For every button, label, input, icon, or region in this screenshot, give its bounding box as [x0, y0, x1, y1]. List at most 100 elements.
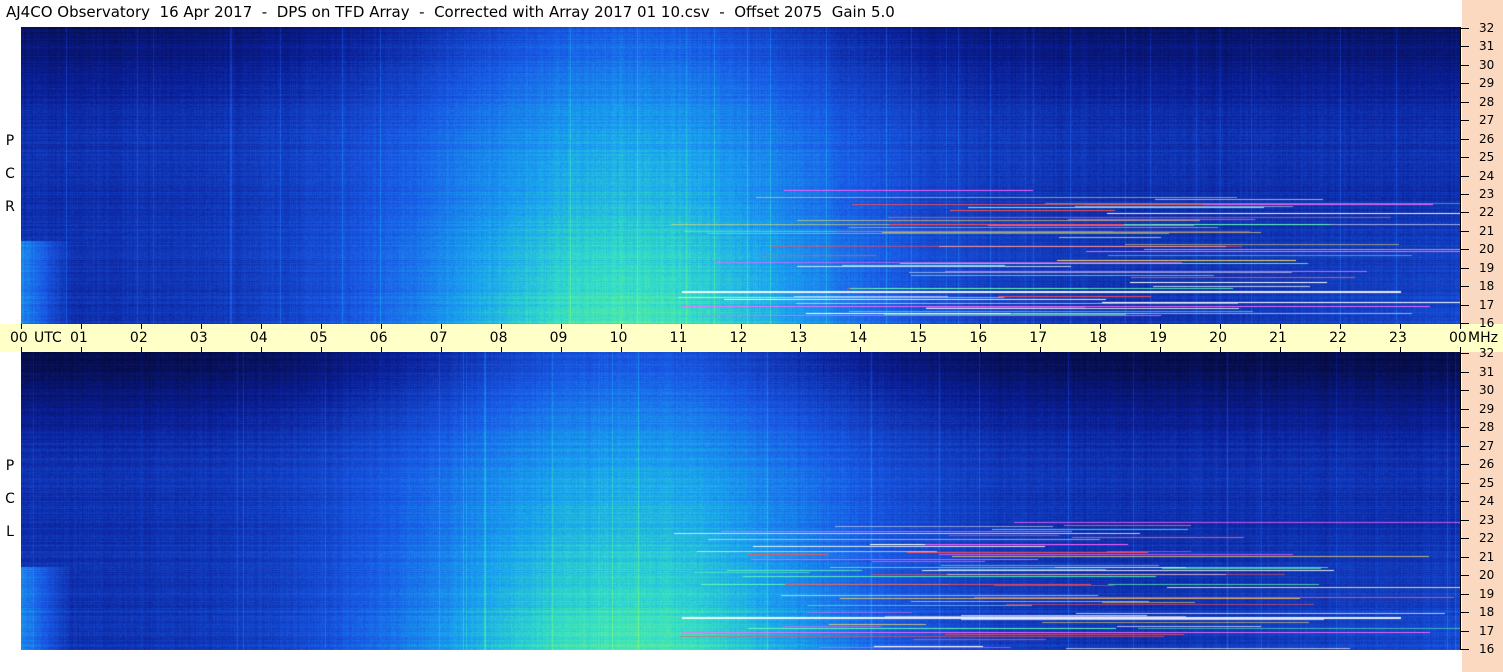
frequency-tick-mark: [1461, 286, 1469, 287]
frequency-tick-label: 23: [1479, 513, 1495, 527]
frequency-tick-label: 29: [1479, 76, 1495, 90]
frequency-tick-label: 26: [1479, 132, 1495, 146]
lcp-label-letter: P: [5, 458, 15, 474]
rcp-label-letter: P: [5, 133, 15, 149]
rcp-spectrogram-canvas: [21, 27, 1460, 324]
frequency-tick-label: 24: [1479, 169, 1495, 183]
time-tick-mark: [1460, 324, 1461, 329]
frequency-tick-label: 18: [1479, 279, 1495, 293]
frequency-tick-mark: [1461, 631, 1469, 632]
time-tick-mark: [140, 324, 142, 329]
time-axis: 00 01 02 03 04 05 06 07 08 09 10 11 12 13 14 15 16 17 18 19…: [0, 324, 1503, 352]
time-tick-label: 20: [1209, 330, 1227, 346]
time-tick-label: 09: [549, 330, 568, 346]
time-tick-label: 00: [10, 330, 28, 346]
rcp-label: P C R: [3, 125, 17, 224]
frequency-tick-label: 31: [1479, 365, 1495, 379]
lcp-label-letter: L: [6, 524, 14, 540]
time-tick-label: 16: [969, 330, 988, 346]
frequency-tick-mark: [1461, 520, 1469, 521]
time-tick-mark: [80, 324, 82, 329]
time-tick-mark: [200, 324, 202, 329]
rcp-frequency-axis: 32 31 30 29 28 27 26 25 24 23 22 21 20 19 18 17 16: [1460, 21, 1503, 330]
time-tick-label: 12: [729, 330, 748, 346]
frequency-tick-mark: [1461, 612, 1469, 613]
rcp-label-letter: C: [5, 166, 15, 182]
frequency-tick-label: 16: [1479, 316, 1495, 330]
time-tick-label: 21: [1269, 330, 1287, 346]
frequency-tick-mark: [1461, 120, 1469, 121]
time-tick-mark: [740, 324, 742, 329]
lcp-label: P C L: [3, 450, 17, 549]
time-tick-label: 02: [129, 330, 148, 346]
time-tick-label: 14: [849, 330, 868, 346]
time-tick-mark: [1100, 324, 1102, 329]
time-tick-mark: [1340, 324, 1342, 329]
frequency-tick-label: 32: [1479, 346, 1495, 360]
rcp-label-letter: R: [5, 199, 15, 215]
frequency-tick-mark: [1461, 194, 1469, 195]
time-tick-label: 17: [1029, 330, 1048, 346]
frequency-tick-mark: [1461, 446, 1469, 447]
lcp-spectrogram: [21, 352, 1460, 650]
time-tick-mark: [260, 324, 262, 329]
time-tick-label: 19: [1149, 330, 1168, 346]
time-tick-mark: [680, 324, 682, 329]
frequency-tick-label: 18: [1479, 605, 1495, 619]
time-tick-label: 03: [189, 330, 208, 346]
frequency-tick-mark: [1461, 575, 1469, 576]
frequency-tick-mark: [1461, 483, 1469, 484]
frequency-tick-mark: [1461, 102, 1469, 103]
time-tick-mark: [860, 324, 862, 329]
lcp-frequency-axis: 32 31 30 29 28 27 26 25 24 23 22 21 20 19 18 17 16: [1460, 346, 1503, 656]
time-tick-label: 18: [1089, 330, 1108, 346]
time-tick-mark: [1160, 324, 1162, 329]
time-tick-mark: [320, 324, 322, 329]
time-tick-label: 05: [309, 330, 328, 346]
time-tick-mark: [440, 324, 442, 329]
frequency-tick-label: 20: [1479, 568, 1495, 582]
frequency-tick-label: 22: [1479, 531, 1495, 545]
frequency-tick-label: 32: [1479, 21, 1495, 35]
time-tick-mark: [560, 324, 562, 329]
time-tick-mark: [980, 324, 982, 329]
frequency-tick-label: 24: [1479, 494, 1495, 508]
frequency-tick-mark: [1461, 538, 1469, 539]
frequency-tick-mark: [1461, 390, 1469, 391]
lcp-spectrogram-canvas: [21, 352, 1460, 650]
frequency-tick-label: 31: [1479, 39, 1495, 53]
frequency-tick-mark: [1461, 157, 1469, 158]
frequency-tick-mark: [1461, 464, 1469, 465]
time-tick-mark: [920, 324, 922, 329]
frequency-tick-label: 30: [1479, 383, 1495, 397]
time-tick-mark: [21, 324, 22, 329]
frequency-tick-label: 26: [1479, 457, 1495, 471]
time-tick-label: 04: [249, 330, 268, 346]
time-tick-label: 08: [489, 330, 508, 346]
frequency-tick-mark: [1461, 46, 1469, 47]
time-tick-label: 06: [369, 330, 388, 346]
frequency-tick-mark: [1461, 139, 1469, 140]
frequency-tick-mark: [1461, 501, 1469, 502]
time-tick-label: 15: [909, 330, 928, 346]
time-tick-mark: [500, 324, 502, 329]
time-tick-mark: [1400, 324, 1402, 329]
time-tick-label: 10: [609, 330, 628, 346]
time-tick-mark: [380, 324, 382, 329]
rcp-spectrogram: [21, 27, 1460, 324]
frequency-tick-label: 30: [1479, 58, 1495, 72]
frequency-tick-label: 22: [1479, 205, 1495, 219]
frequency-tick-mark: [1461, 28, 1469, 29]
frequency-tick-label: 19: [1479, 587, 1495, 601]
frequency-tick-mark: [1461, 65, 1469, 66]
frequency-tick-mark: [1461, 231, 1469, 232]
frequency-tick-mark: [1461, 557, 1469, 558]
frequency-tick-mark: [1461, 372, 1469, 373]
frequency-tick-label: 29: [1479, 402, 1495, 416]
time-tick-mark: [1280, 324, 1282, 329]
time-tick-label: 07: [429, 330, 448, 346]
frequency-tick-mark: [1461, 212, 1469, 213]
frequency-tick-label: 28: [1479, 95, 1495, 109]
frequency-tick-label: 16: [1479, 642, 1495, 656]
frequency-tick-mark: [1461, 323, 1469, 324]
